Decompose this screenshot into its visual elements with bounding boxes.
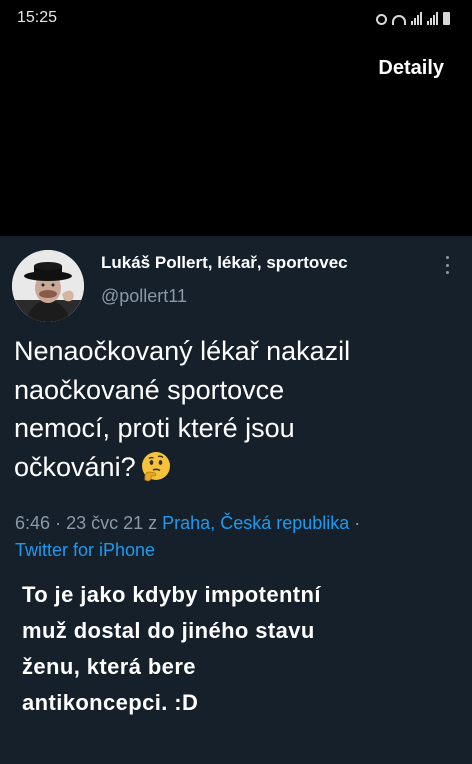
- signal-icon: [411, 12, 422, 25]
- tweet-meta: 6:46 · 23 čvc 21 z Praha, Česká republik…: [15, 510, 460, 564]
- battery-icon: [443, 12, 450, 25]
- signal-icon: [427, 12, 438, 25]
- meta-separator: ·: [354, 513, 361, 533]
- source-link[interactable]: Twitter for iPhone: [15, 540, 155, 560]
- tweet-text-line: nemocí, proti které jsou: [14, 413, 295, 443]
- tweet-card: Lukáš Pollert, lékař, sportovec @pollert…: [0, 236, 472, 764]
- details-button[interactable]: Detaily: [378, 57, 444, 80]
- overlay-caption: To je jako kdyby impotentní muž dostal d…: [22, 577, 452, 721]
- tweet-date: 23 čvc 21: [66, 513, 144, 533]
- avatar[interactable]: [12, 250, 84, 322]
- caption-line: ženu, která bere: [22, 654, 196, 679]
- status-bar: 15:25: [0, 0, 472, 36]
- status-icons: [376, 9, 450, 25]
- author-handle[interactable]: @pollert11: [101, 286, 187, 307]
- tweet-text-line: naočkované sportovce: [14, 374, 285, 405]
- status-time: 15:25: [17, 9, 58, 26]
- tweet-text-line: Nenaočkovaný lékař nakazil: [14, 336, 351, 366]
- tweet-text-line-last: očkováni?: [14, 448, 434, 487]
- tweet-time: 6:46: [15, 513, 51, 533]
- location-prefix: z: [148, 513, 158, 533]
- thinking-face-icon: [140, 450, 172, 482]
- caption-line: To je jako kdyby impotentní: [22, 582, 321, 607]
- location-link[interactable]: Praha, Česká republika: [162, 513, 349, 533]
- more-options-icon[interactable]: [446, 256, 450, 274]
- tweet-text: Nenaočkovaný lékař nakazil naočkované sp…: [14, 332, 434, 486]
- caption-line: muž dostal do jiného stavu: [22, 618, 315, 643]
- meta-separator: ·: [55, 513, 62, 533]
- alarm-icon: [376, 14, 387, 25]
- tweet-text-line: očkováni?: [14, 451, 136, 482]
- wifi-icon: [392, 15, 406, 25]
- avatar-image: [12, 250, 84, 322]
- caption-line: antikoncepci. :D: [22, 690, 199, 715]
- author-name[interactable]: Lukáš Pollert, lékař, sportovec: [101, 253, 348, 273]
